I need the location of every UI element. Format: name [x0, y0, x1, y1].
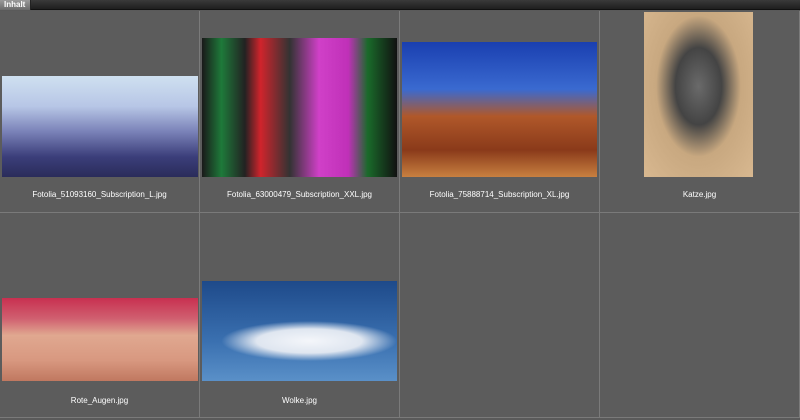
thumbnail-item[interactable]: Rote_Augen.jpg — [0, 213, 200, 418]
tab-bar: Inhalt — [0, 0, 800, 10]
file-name: Wolke.jpg — [282, 396, 317, 405]
file-name: Katze.jpg — [682, 190, 717, 199]
file-name: Fotolia_75888714_Subscription_XL.jpg — [429, 190, 570, 199]
thumbnail-image — [2, 298, 198, 381]
file-name: Fotolia_51093160_Subscription_L.jpg — [32, 190, 167, 199]
thumbnail-image — [402, 42, 597, 177]
thumbnail-image — [2, 76, 198, 177]
thumbnail-image — [644, 12, 753, 177]
thumbnail-item[interactable]: Fotolia_63000479_Subscription_XXL.jpg — [200, 11, 400, 213]
thumbnail-item[interactable]: Fotolia_75888714_Subscription_XL.jpg — [400, 11, 600, 213]
tab-inhalt[interactable]: Inhalt — [0, 0, 31, 10]
thumbnail-grid: Fotolia_51093160_Subscription_L.jpg Foto… — [0, 11, 800, 420]
file-name: Rote_Augen.jpg — [70, 396, 129, 405]
thumbnail-image — [202, 38, 397, 177]
empty-cell — [400, 213, 600, 418]
empty-cell — [600, 213, 800, 418]
thumbnail-image — [202, 281, 397, 381]
thumbnail-item[interactable]: Wolke.jpg — [200, 213, 400, 418]
thumbnail-item[interactable]: Katze.jpg — [600, 11, 800, 213]
file-name: Fotolia_63000479_Subscription_XXL.jpg — [227, 190, 372, 199]
thumbnail-item[interactable]: Fotolia_51093160_Subscription_L.jpg — [0, 11, 200, 213]
